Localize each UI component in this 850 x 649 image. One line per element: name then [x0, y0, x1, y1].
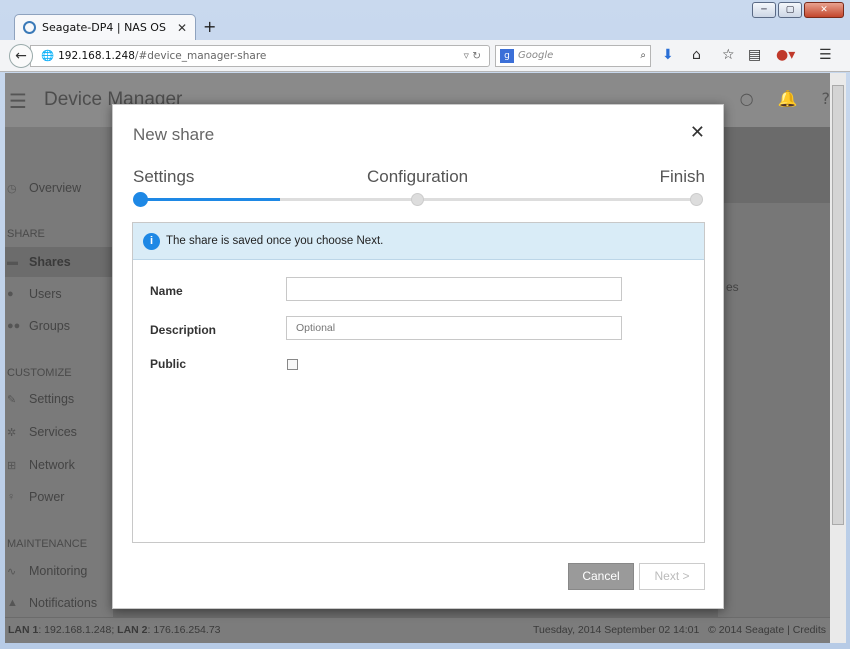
description-label: Description: [150, 323, 217, 337]
sidebar-item-shares[interactable]: ▬ Shares: [5, 247, 113, 277]
footer-datetime: Tuesday, 2014 September 02 14:01: [532, 624, 700, 636]
next-button[interactable]: Next >: [639, 563, 705, 590]
step-finish: Finish: [659, 167, 705, 186]
minimize-button[interactable]: ─: [752, 2, 776, 18]
page-scrollbar[interactable]: [830, 73, 846, 643]
step-settings: Settings: [133, 167, 195, 186]
content-pane: es: [718, 203, 830, 617]
help-icon[interactable]: ?: [822, 89, 831, 108]
tab-title: Seagate-DP4 | NAS OS: [42, 21, 166, 34]
lan2-label: LAN 2: [117, 624, 148, 636]
window-controls: ─ ▢ ✕: [752, 2, 844, 18]
bookmark-star-icon[interactable]: ☆: [722, 47, 735, 63]
new-tab-button[interactable]: +: [203, 17, 216, 36]
content-fragment: es: [726, 280, 739, 294]
step-dot-settings: [133, 192, 148, 207]
footer-right: Tuesday, 2014 September 02 14:01 © 2014 …: [533, 618, 826, 642]
overview-icon: ◷: [7, 182, 17, 195]
public-checkbox[interactable]: [287, 359, 298, 370]
new-share-dialog: New share ✕ Settings Configuration Finis…: [112, 104, 724, 609]
group-icon: ●●: [7, 320, 21, 332]
sidebar-item-services[interactable]: ✲ Services: [5, 417, 113, 447]
info-banner: i The share is saved once you choose Nex…: [133, 223, 704, 260]
url-host: 192.168.1.248: [58, 50, 135, 62]
folder-icon: ▬: [7, 256, 18, 268]
close-icon[interactable]: ✕: [690, 122, 705, 143]
sidebar-item-notifications[interactable]: ▲ Notifications: [5, 588, 113, 618]
search-box[interactable]: g Google ⌕: [495, 45, 651, 67]
user-icon: ●: [7, 288, 14, 300]
bulb-icon: ♀: [7, 491, 16, 503]
dialog-title: New share: [133, 125, 215, 144]
window-close-button[interactable]: ✕: [804, 2, 844, 18]
pulse-icon: ∿: [7, 565, 17, 578]
download-icon[interactable]: ⬇: [662, 47, 674, 63]
sidebar-item-monitoring[interactable]: ∿ Monitoring: [5, 556, 113, 586]
bookmarks-list-icon[interactable]: ▤: [748, 47, 761, 63]
name-input[interactable]: [286, 277, 622, 301]
status-footer: LAN 1: 192.168.1.248; LAN 2: 176.16.254.…: [5, 618, 830, 643]
sidebar-item-network[interactable]: ⊞ Network: [5, 450, 113, 480]
header-icons: ○ 🔔 ?: [740, 89, 830, 108]
sidebar-item-power[interactable]: ♀ Power: [5, 482, 113, 512]
sidebar-section-share: SHARE: [7, 228, 45, 240]
menu-icon[interactable]: ☰: [819, 47, 832, 63]
bell-icon[interactable]: 🔔: [778, 89, 798, 108]
info-icon: i: [143, 232, 160, 250]
sidebar-item-users[interactable]: ● Users: [5, 279, 113, 309]
scrollbar-thumb[interactable]: [832, 85, 844, 525]
footer-copyright[interactable]: © 2014 Seagate | Credits: [708, 624, 826, 636]
seagate-favicon-icon: [23, 21, 36, 34]
step-dot-finish: [690, 193, 703, 206]
sidebar-section-maintenance: MAINTENANCE: [7, 538, 88, 550]
search-icon[interactable]: ○: [740, 89, 754, 108]
search-icon[interactable]: ⌕: [640, 46, 646, 66]
sidebar: ◷ Overview SHARE ▬ Shares ● Users ●● Groups …: [5, 127, 113, 617]
google-engine-icon[interactable]: g: [500, 49, 514, 63]
public-label: Public: [150, 357, 187, 371]
info-text: The share is saved once you choose Next.: [166, 235, 384, 247]
step-dot-configuration: [411, 193, 424, 206]
tab-close-icon[interactable]: ✕: [177, 21, 187, 35]
wrench-icon: ✎: [7, 393, 17, 406]
hamburger-menu-icon[interactable]: ☰: [9, 89, 27, 113]
network-icon: ⊞: [7, 459, 17, 472]
gear-icon: ✲: [7, 426, 17, 439]
adblock-icon[interactable]: ●▾: [776, 47, 795, 63]
lan2-value: : 176.16.254.73: [147, 624, 221, 636]
wizard-progress-fill: [140, 198, 280, 201]
sidebar-section-customize: CUSTOMIZE: [7, 367, 72, 379]
reload-icon[interactable]: ▿ ↻: [464, 46, 481, 66]
address-bar[interactable]: 🌐 192.168.1.248 /#device_manager-share ▿…: [30, 45, 490, 67]
browser-window: ─ ▢ ✕ Seagate-DP4 | NAS OS ✕ + 🌐 192.168…: [0, 0, 850, 649]
share-form: i The share is saved once you choose Nex…: [132, 222, 705, 543]
navigation-toolbar: 🌐 192.168.1.248 /#device_manager-share ▿…: [0, 40, 850, 72]
url-path: /#device_manager-share: [134, 50, 267, 62]
step-configuration: Configuration: [367, 167, 469, 186]
sidebar-item-settings[interactable]: ✎ Settings: [5, 384, 113, 414]
name-label: Name: [150, 284, 183, 298]
sidebar-item-overview[interactable]: ◷ Overview: [5, 173, 113, 203]
globe-icon: 🌐: [41, 50, 55, 62]
browser-tab[interactable]: Seagate-DP4 | NAS OS ✕: [14, 14, 196, 40]
lan1-value: : 192.168.1.248;: [38, 624, 118, 636]
bell-icon: ▲: [7, 597, 18, 609]
home-icon[interactable]: ⌂: [692, 47, 701, 63]
description-input[interactable]: [286, 316, 622, 340]
lan1-label: LAN 1: [8, 624, 39, 636]
maximize-button[interactable]: ▢: [778, 2, 802, 18]
sidebar-item-groups[interactable]: ●● Groups: [5, 311, 113, 341]
cancel-button[interactable]: Cancel: [568, 563, 634, 590]
back-button[interactable]: ←: [9, 44, 33, 68]
search-placeholder: Google: [518, 50, 554, 61]
